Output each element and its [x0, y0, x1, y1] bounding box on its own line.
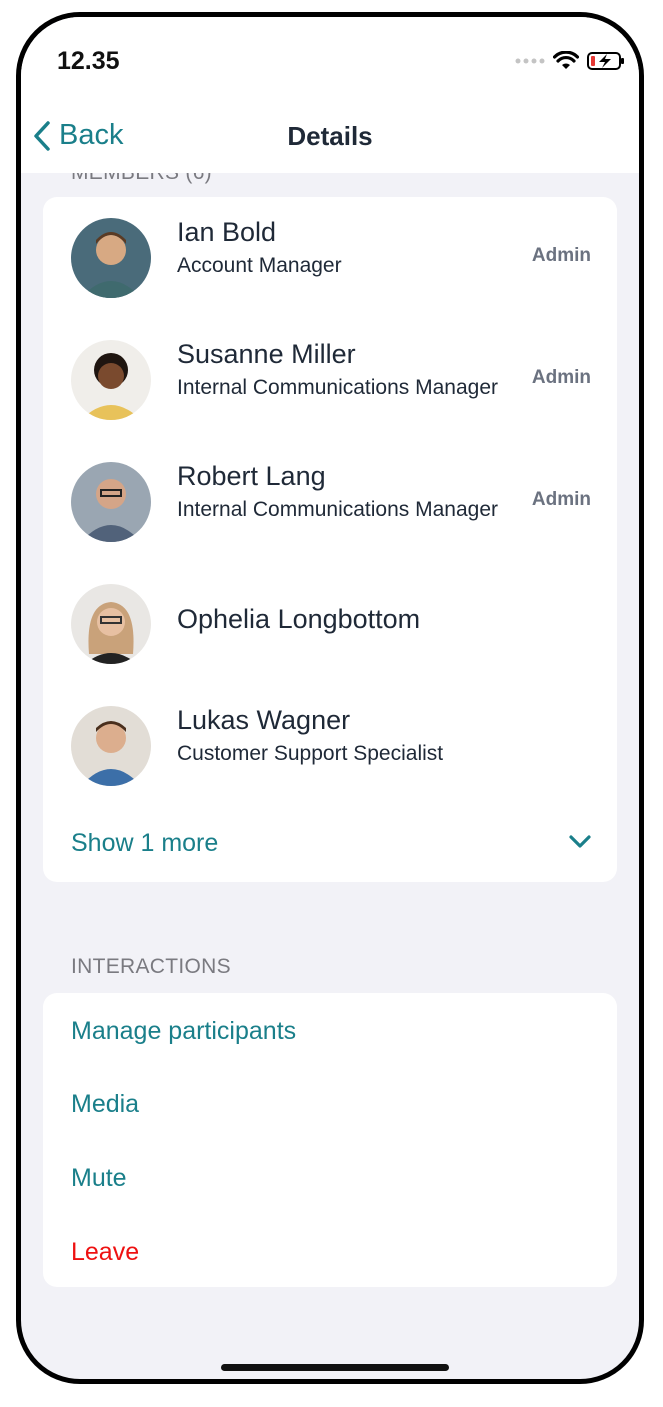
page-title: Details [287, 121, 373, 151]
navigation-bar: Back Details [21, 105, 639, 173]
manage-participants-button[interactable]: Manage participants [71, 1017, 296, 1046]
status-bar: 12.35 [21, 17, 639, 105]
member-name: Ophelia Longbottom [177, 604, 421, 634]
member-name: Robert Lang [177, 461, 326, 491]
scroll-content[interactable]: MEMBERS (6) Ian Bold Account Manager Adm… [21, 173, 639, 1379]
member-role: Internal Communications Manager [177, 498, 498, 521]
show-more-button[interactable]: Show 1 more [71, 829, 218, 858]
admin-badge: Admin [531, 489, 591, 510]
status-icons [515, 51, 625, 71]
avatar [71, 218, 151, 298]
avatar [71, 584, 151, 664]
member-text: Lukas Wagner Customer Support Specialist [177, 705, 517, 766]
phone-frame: 12.35 Back Details Ian Bold Account Mana… [16, 12, 644, 1384]
admin-badge: Admin [531, 367, 591, 388]
member-row[interactable]: Susanne Miller Internal Communications M… [43, 319, 617, 441]
member-role: Internal Communications Manager [177, 376, 498, 399]
member-row[interactable]: Robert Lang Internal Communications Mana… [43, 441, 617, 563]
member-text: Susanne Miller Internal Communications M… [177, 339, 517, 400]
interactions-card: Manage participants Media Mute Leave [43, 993, 617, 1287]
member-role: Account Manager [177, 254, 342, 277]
wifi-icon [553, 51, 579, 69]
admin-badge: Admin [531, 245, 591, 266]
interactions-section-header: INTERACTIONS [71, 955, 231, 978]
battery-charging-icon [587, 52, 624, 70]
member-role: Customer Support Specialist [177, 742, 444, 765]
members-section-header: MEMBERS (6) [71, 173, 212, 185]
avatar [71, 706, 151, 786]
chevron-down-icon[interactable] [569, 835, 591, 849]
member-row[interactable]: Ophelia Longbottom [43, 563, 617, 685]
signal-dots-icon [515, 58, 545, 64]
media-button[interactable]: Media [71, 1090, 139, 1119]
status-time: 12.35 [57, 47, 120, 75]
members-card: Ian Bold Account Manager Admin Susanne M… [43, 197, 617, 882]
member-text: Robert Lang Internal Communications Mana… [177, 461, 517, 522]
member-text: Ophelia Longbottom [177, 604, 517, 635]
mute-button[interactable]: Mute [71, 1164, 127, 1193]
avatar [71, 462, 151, 542]
avatar [71, 340, 151, 420]
member-row[interactable]: Ian Bold Account Manager Admin [43, 197, 617, 319]
member-name: Susanne Miller [177, 339, 356, 369]
member-text: Ian Bold Account Manager [177, 217, 517, 278]
member-name: Lukas Wagner [177, 705, 351, 735]
member-row[interactable]: Lukas Wagner Customer Support Specialist [43, 685, 617, 807]
leave-button[interactable]: Leave [71, 1238, 139, 1267]
home-indicator [221, 1364, 449, 1371]
member-name: Ian Bold [177, 217, 277, 247]
